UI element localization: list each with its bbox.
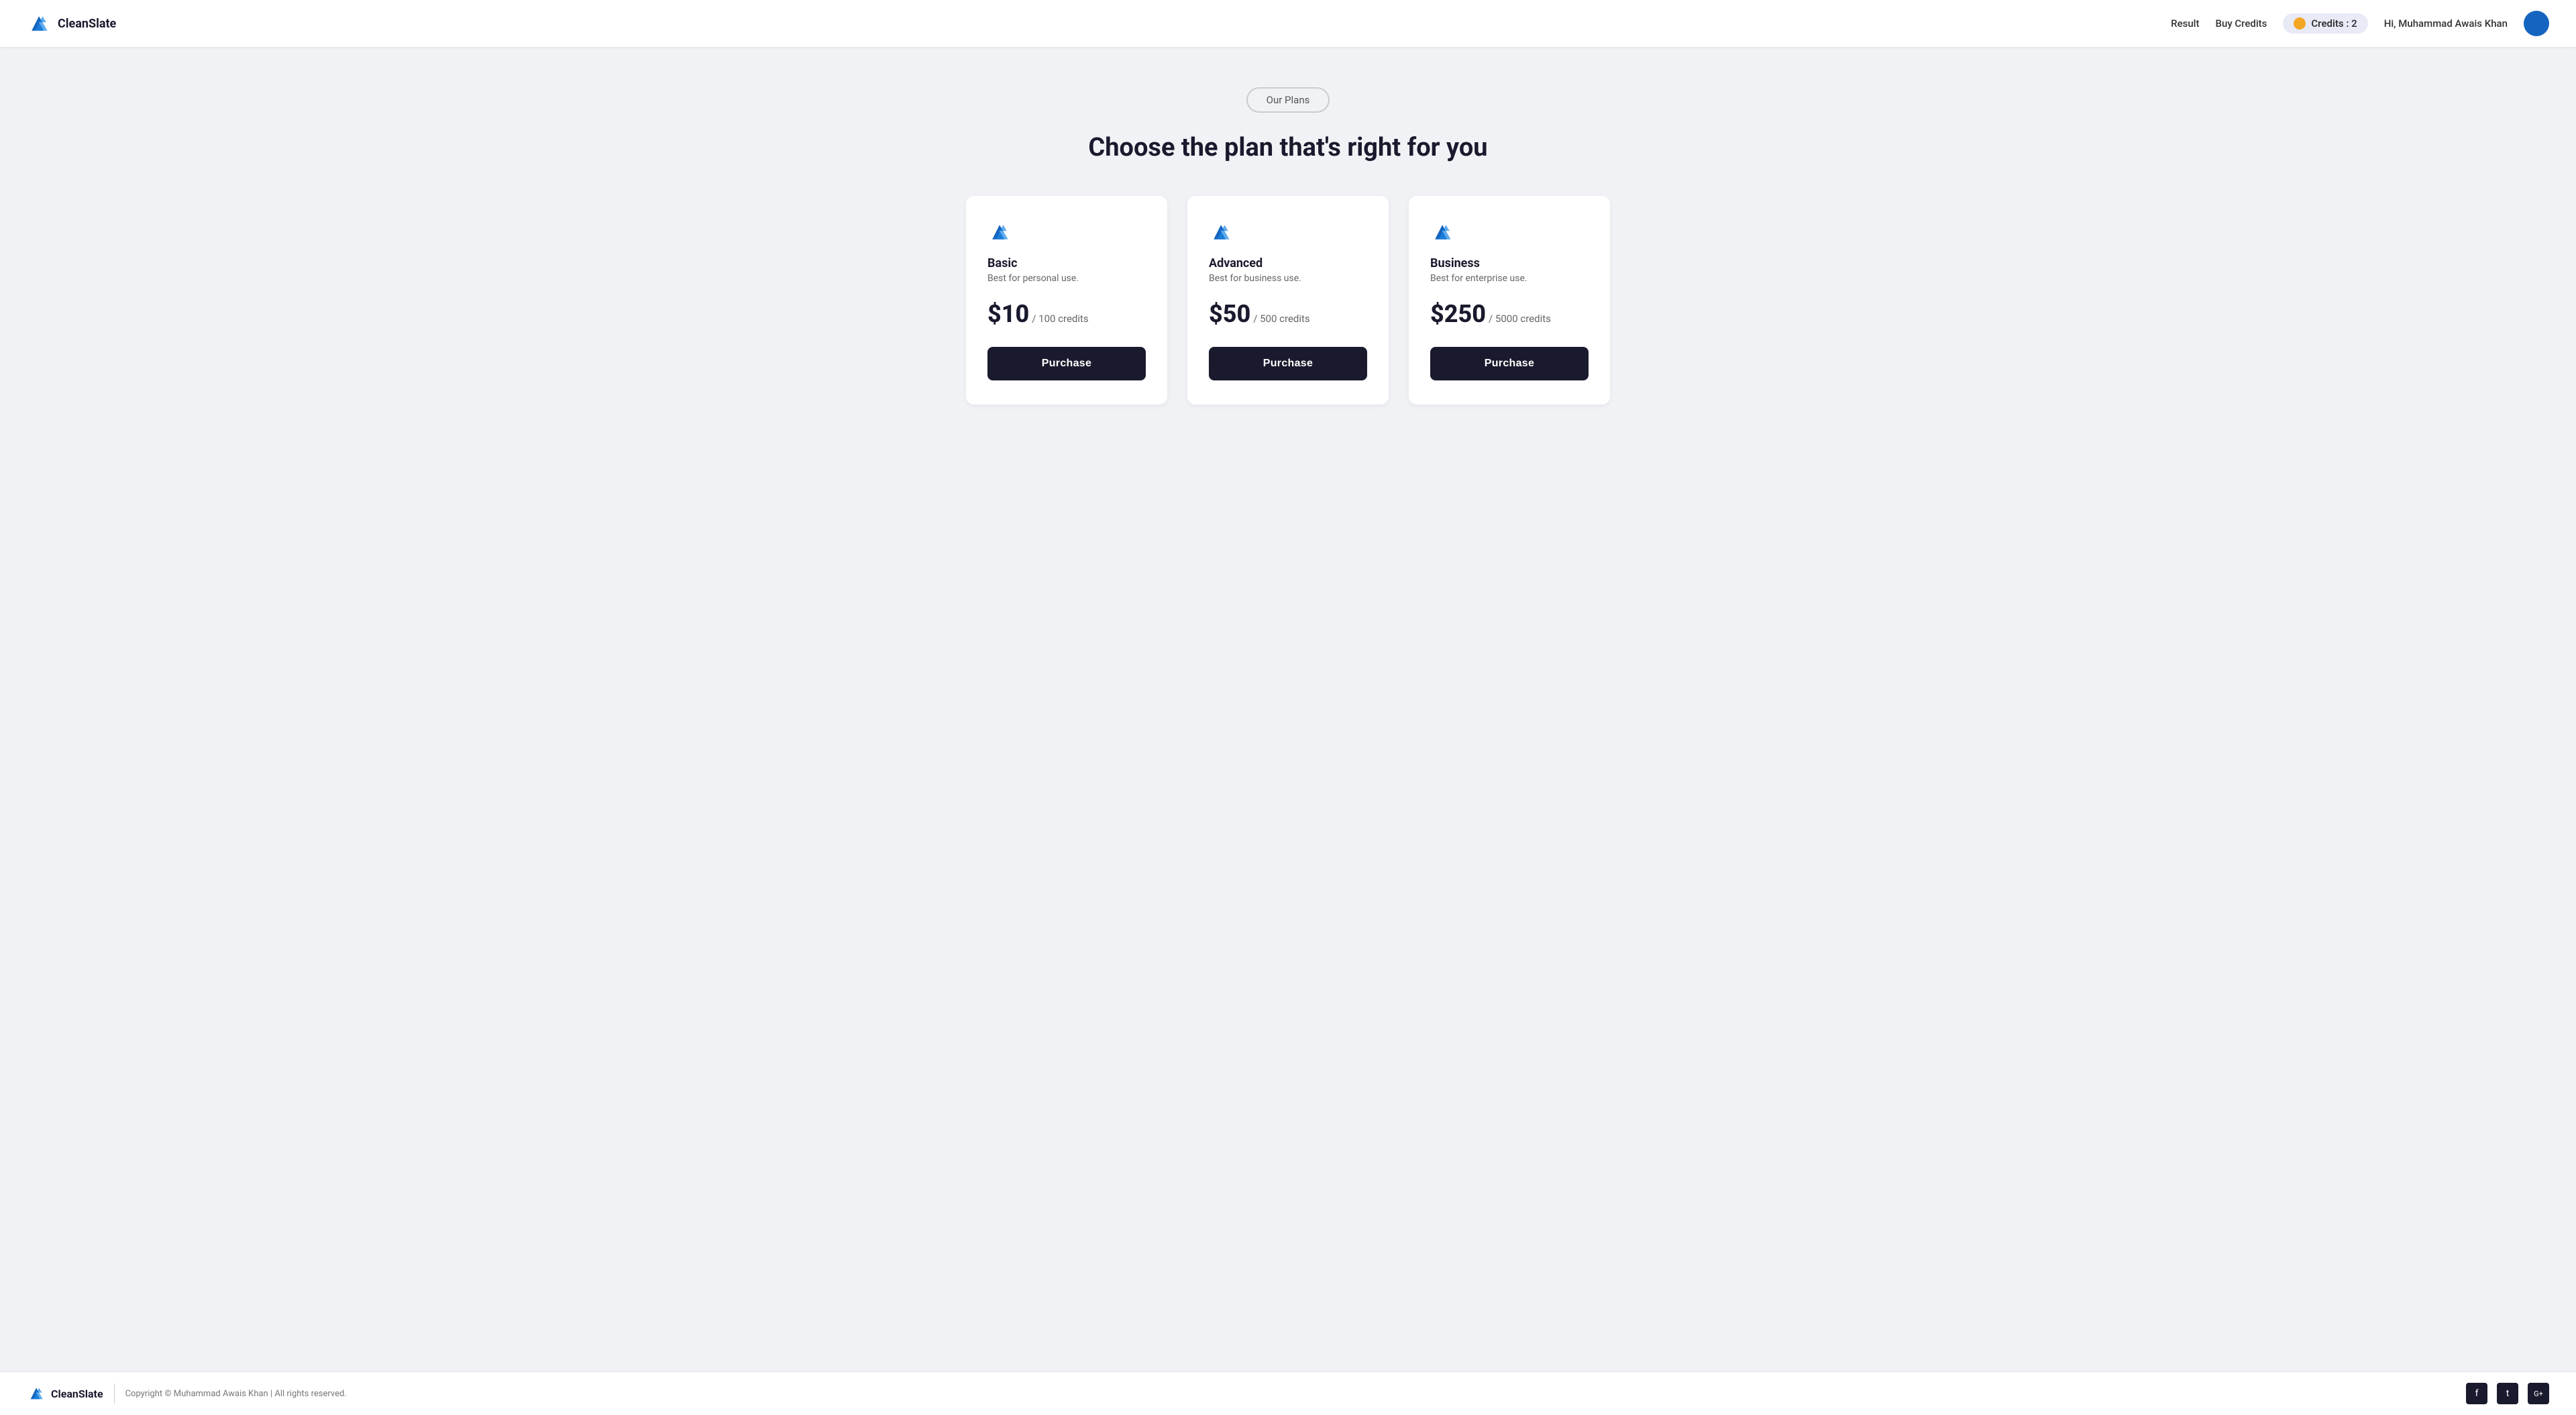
plan-price-0: $10 <box>987 300 1029 328</box>
footer-social: f t G+ <box>2466 1383 2549 1404</box>
googleplus-icon[interactable]: G+ <box>2528 1383 2549 1404</box>
plan-price-suffix-1: / 500 credits <box>1253 313 1309 325</box>
credits-badge[interactable]: Credits : 2 <box>2283 13 2367 34</box>
header-nav: Result Buy Credits Credits : 2 Hi, Muham… <box>2171 11 2549 36</box>
result-nav-link[interactable]: Result <box>2171 17 2199 30</box>
facebook-icon[interactable]: f <box>2466 1383 2487 1404</box>
purchase-button-0[interactable]: Purchase <box>987 347 1146 380</box>
twitter-icon[interactable]: t <box>2497 1383 2518 1404</box>
plan-desc-1: Best for business use. <box>1209 273 1367 284</box>
plan-price-1: $50 <box>1209 300 1250 328</box>
footer-cleanslate-logo-icon <box>27 1384 46 1403</box>
main-heading: Choose the plan that's right for you <box>1088 133 1487 162</box>
user-avatar[interactable] <box>2524 11 2549 36</box>
plan-price-suffix-0: / 100 credits <box>1032 313 1088 325</box>
plan-logo-icon-1 <box>1209 220 1233 244</box>
purchase-button-2[interactable]: Purchase <box>1430 347 1589 380</box>
plan-desc-2: Best for enterprise use. <box>1430 273 1589 284</box>
plan-price-2: $250 <box>1430 300 1486 328</box>
cleanslate-logo-icon <box>27 11 51 36</box>
plan-price-suffix-2: / 5000 credits <box>1489 313 1551 325</box>
footer-copyright: Copyright © Muhammad Awais Khan | All ri… <box>125 1389 347 1399</box>
purchase-button-1[interactable]: Purchase <box>1209 347 1367 380</box>
main-content: Our Plans Choose the plan that's right f… <box>0 47 2576 1371</box>
plan-price-area-2: $250 / 5000 credits <box>1430 300 1589 328</box>
plans-badge: Our Plans <box>1246 87 1330 113</box>
buy-credits-nav-link[interactable]: Buy Credits <box>2216 17 2267 30</box>
plan-logo-icon-2 <box>1430 220 1454 244</box>
plan-price-area-0: $10 / 100 credits <box>987 300 1146 328</box>
footer-left: CleanSlate Copyright © Muhammad Awais Kh… <box>27 1383 347 1404</box>
plan-name-1: Advanced <box>1209 256 1367 270</box>
header: CleanSlate Result Buy Credits Credits : … <box>0 0 2576 47</box>
plan-name-0: Basic <box>987 256 1146 270</box>
plan-desc-0: Best for personal use. <box>987 273 1146 284</box>
plan-price-area-1: $50 / 500 credits <box>1209 300 1367 328</box>
plan-card-advanced: Advanced Best for business use. $50 / 50… <box>1187 196 1389 405</box>
credits-label: Credits : 2 <box>2311 17 2357 30</box>
plan-card-business: Business Best for enterprise use. $250 /… <box>1409 196 1610 405</box>
plans-grid: Basic Best for personal use. $10 / 100 c… <box>919 196 1657 405</box>
logo-area: CleanSlate <box>27 11 116 36</box>
credits-dot-icon <box>2294 17 2306 30</box>
header-logo-text: CleanSlate <box>58 17 116 31</box>
plan-name-2: Business <box>1430 256 1589 270</box>
footer-logo-area: CleanSlate <box>27 1384 103 1403</box>
footer-divider <box>114 1383 115 1404</box>
footer-logo-text: CleanSlate <box>51 1387 103 1400</box>
plan-card-basic: Basic Best for personal use. $10 / 100 c… <box>966 196 1167 405</box>
footer: CleanSlate Copyright © Muhammad Awais Kh… <box>0 1371 2576 1415</box>
plan-logo-icon-0 <box>987 220 1012 244</box>
user-greeting: Hi, Muhammad Awais Khan <box>2384 17 2508 30</box>
